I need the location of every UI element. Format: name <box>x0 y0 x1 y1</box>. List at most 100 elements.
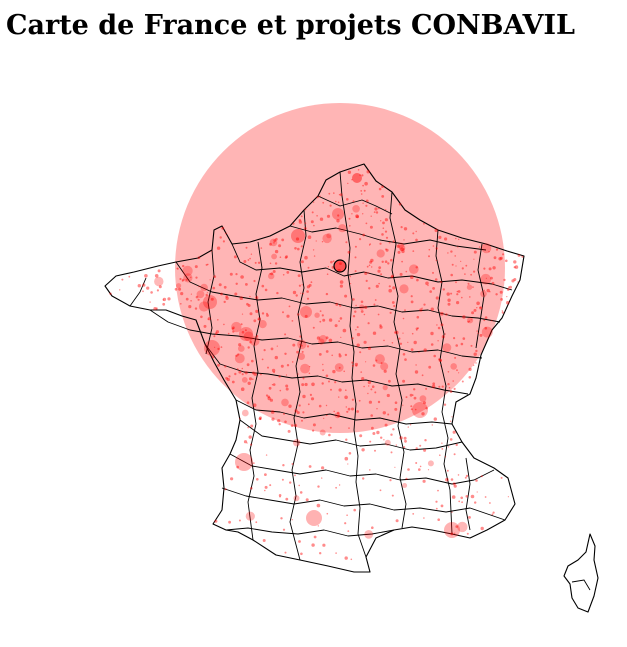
project-marker <box>388 379 391 383</box>
project-marker <box>393 304 396 308</box>
project-marker <box>311 211 314 214</box>
project-marker <box>351 407 354 411</box>
project-marker <box>403 436 407 440</box>
project-marker <box>231 380 235 384</box>
project-marker <box>394 331 397 334</box>
project-marker <box>356 343 360 347</box>
project-marker <box>217 319 219 321</box>
project-marker <box>209 279 211 281</box>
project-marker <box>248 435 252 439</box>
project-marker <box>369 440 372 443</box>
project-marker <box>417 327 419 330</box>
project-marker <box>339 280 344 284</box>
project-marker <box>255 478 259 481</box>
project-marker <box>223 323 225 326</box>
project-marker <box>285 497 289 501</box>
project-marker <box>339 193 343 197</box>
project-marker <box>271 253 277 260</box>
project-marker <box>302 411 305 414</box>
project-marker <box>306 345 310 348</box>
project-marker <box>439 454 441 457</box>
project-marker <box>461 296 463 299</box>
project-marker <box>243 440 248 444</box>
project-marker <box>328 318 333 322</box>
project-marker <box>409 264 419 275</box>
project-marker <box>385 248 387 251</box>
project-marker <box>374 207 378 211</box>
project-marker <box>373 303 376 306</box>
project-marker <box>224 488 227 491</box>
project-marker <box>363 340 367 344</box>
project-marker <box>363 313 366 316</box>
project-marker <box>449 438 453 441</box>
project-marker <box>513 266 516 269</box>
project-marker <box>325 404 328 407</box>
project-marker <box>317 525 319 527</box>
project-marker <box>360 371 363 373</box>
project-marker <box>466 284 473 290</box>
project-marker <box>198 285 200 288</box>
project-marker <box>402 404 404 406</box>
project-marker <box>415 462 418 464</box>
project-marker <box>368 400 372 404</box>
project-marker <box>235 273 238 276</box>
project-marker <box>402 248 405 251</box>
project-marker <box>349 275 352 278</box>
project-marker <box>241 367 244 370</box>
project-marker <box>250 253 253 255</box>
project-marker <box>390 433 393 436</box>
project-marker <box>291 320 294 322</box>
project-marker <box>387 262 390 265</box>
project-marker <box>149 301 151 303</box>
project-marker <box>461 267 464 270</box>
project-marker <box>363 189 366 192</box>
project-marker <box>356 410 359 413</box>
project-marker <box>281 478 284 481</box>
project-marker <box>501 310 503 312</box>
project-marker <box>457 474 460 476</box>
project-marker <box>207 263 209 266</box>
project-marker <box>432 245 435 247</box>
project-marker <box>344 294 348 298</box>
project-marker <box>485 277 487 279</box>
project-marker <box>390 451 393 454</box>
project-marker <box>389 311 392 314</box>
project-marker <box>291 463 294 465</box>
project-marker <box>247 304 251 307</box>
project-marker <box>362 233 366 237</box>
project-marker <box>333 410 336 413</box>
project-marker <box>473 364 475 366</box>
project-marker <box>234 292 238 296</box>
project-marker <box>359 304 365 310</box>
project-marker <box>203 324 207 328</box>
project-marker <box>470 344 473 347</box>
project-marker <box>215 330 219 334</box>
project-marker <box>269 262 272 265</box>
project-marker <box>240 387 245 392</box>
project-marker <box>269 484 272 487</box>
project-marker <box>180 292 184 296</box>
project-marker <box>410 275 414 280</box>
project-marker <box>362 202 364 204</box>
project-marker <box>301 284 303 286</box>
project-marker <box>293 495 300 502</box>
project-marker <box>424 439 427 442</box>
project-marker <box>403 227 408 231</box>
project-marker <box>297 274 301 277</box>
project-marker <box>216 246 221 250</box>
project-marker <box>297 373 299 375</box>
project-marker <box>357 169 360 171</box>
project-marker <box>330 260 333 264</box>
project-marker <box>466 532 469 535</box>
project-marker <box>457 246 459 248</box>
project-marker <box>245 283 248 286</box>
project-marker <box>342 328 347 333</box>
project-marker <box>391 494 394 497</box>
project-marker <box>308 372 311 375</box>
project-marker <box>262 539 266 542</box>
project-marker <box>312 326 315 329</box>
project-marker <box>457 290 461 293</box>
project-marker <box>472 286 474 288</box>
project-marker <box>325 414 328 417</box>
project-marker <box>304 208 307 211</box>
